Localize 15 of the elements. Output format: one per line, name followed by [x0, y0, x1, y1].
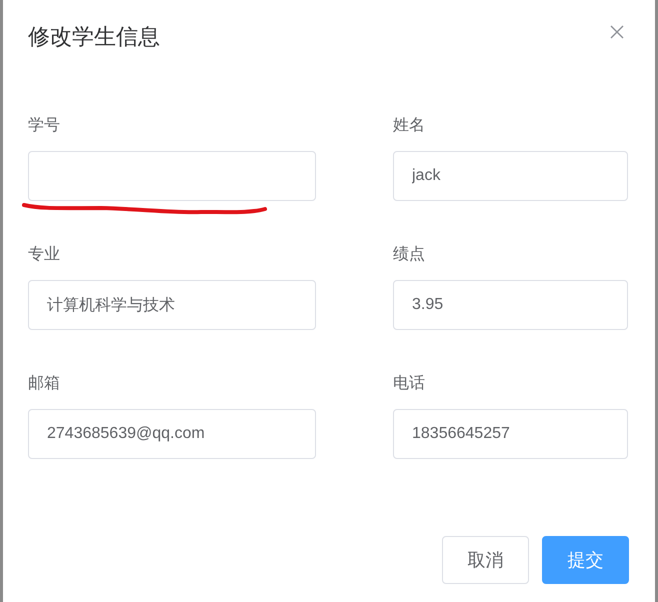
input-field[interactable]: 3.95	[393, 280, 628, 330]
field-label: 姓名	[393, 116, 426, 136]
field-label: 邮箱	[28, 374, 61, 394]
close-button[interactable]	[609, 24, 625, 40]
input-field[interactable]	[28, 151, 316, 201]
field-label: 专业	[28, 244, 61, 265]
close-icon	[609, 24, 625, 40]
field-label: 绩点	[393, 244, 426, 265]
input-field[interactable]: 2743685639@qq.com	[28, 409, 316, 459]
cancel-button[interactable]: 取消	[442, 536, 529, 584]
input-field[interactable]: 计算机科学与技术	[28, 280, 316, 330]
input-field[interactable]: 18356645257	[393, 409, 628, 459]
dialog-title: 修改学生信息	[28, 23, 160, 51]
field-label: 电话	[393, 374, 426, 394]
field-label: 学号	[28, 116, 61, 136]
